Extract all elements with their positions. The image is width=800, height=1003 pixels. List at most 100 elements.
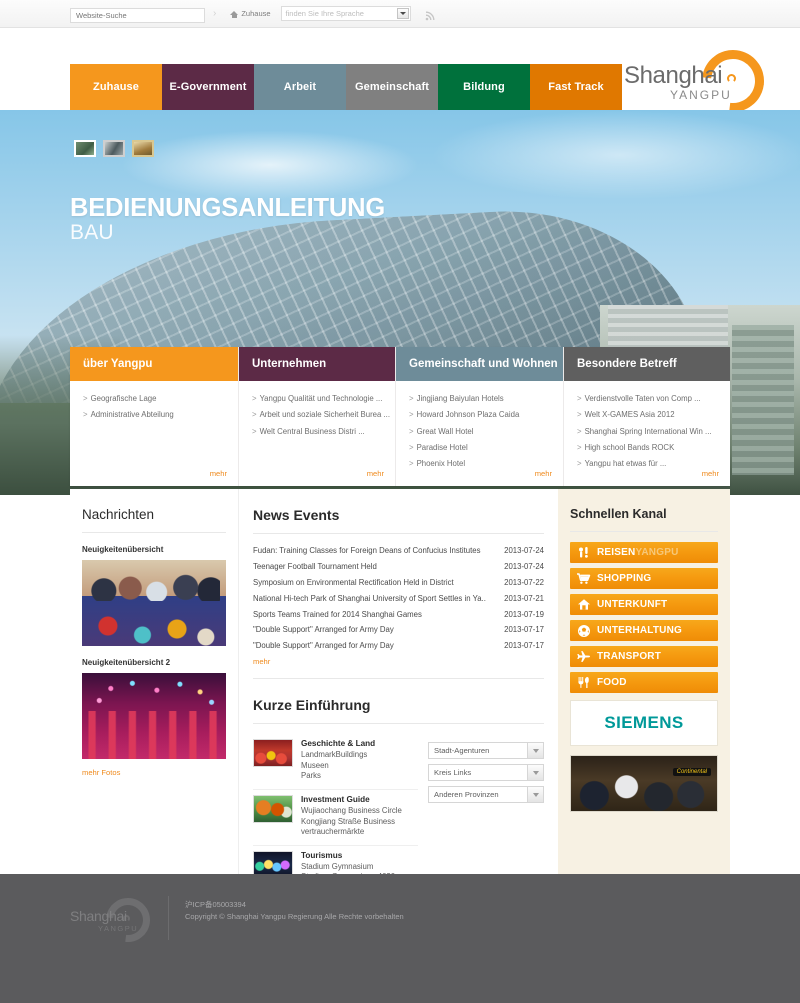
news-event-title: "Double Support" Arranged for Army Day xyxy=(253,625,394,635)
card-link[interactable]: > Shanghai Spring International Win ... xyxy=(577,427,720,436)
card-more-link[interactable]: mehr xyxy=(702,469,719,478)
ke-thumbnail[interactable] xyxy=(253,795,293,824)
footer-text: 沪ICP备05003394 Copyright © Shanghai Yangp… xyxy=(185,896,404,944)
ke-item-text: Investment Guide Wujiaochang Business Ci… xyxy=(301,795,402,837)
hero-thumb-2[interactable] xyxy=(103,140,125,157)
ke-item-line[interactable]: Museen xyxy=(301,761,375,771)
card-link[interactable]: > Arbeit und soziale Sicherheit Burea ... xyxy=(252,411,390,419)
quick-channel-label: REISENYANGPU xyxy=(597,547,679,558)
footer-divider xyxy=(168,896,169,940)
ke-item-title: Tourismus xyxy=(301,851,343,861)
news-event-title: Sports Teams Trained for 2014 Shanghai G… xyxy=(253,609,422,619)
search-submit-icon[interactable]: › xyxy=(211,8,218,19)
news-event-title: "Double Support" Arranged for Army Day xyxy=(253,641,394,651)
nav-item-e-government[interactable]: E-Government xyxy=(162,64,254,110)
site-logo[interactable]: Shanghai YANGPU xyxy=(620,37,777,125)
card-link[interactable]: > Yangpu hat etwas für ... xyxy=(577,460,720,468)
home-link[interactable]: Zuhause xyxy=(230,9,271,18)
hero-thumbnail-selector xyxy=(74,140,154,157)
news-event-date: 2013-07-19 xyxy=(504,609,544,619)
quick-channel-reisen[interactable]: REISENYANGPU xyxy=(570,542,718,563)
card-link[interactable]: > Verdienstvolle Taten von Comp ... xyxy=(577,395,720,403)
card-header: Gemeinschaft und Wohnen xyxy=(396,347,563,381)
card-link[interactable]: > Paradise Hotel xyxy=(409,443,553,452)
ke-item-line[interactable]: Kongjiang Straße Business xyxy=(301,817,402,827)
select-value: Kreis Links xyxy=(434,768,472,778)
nav-item-arbeit[interactable]: Arbeit xyxy=(254,64,346,110)
nachrichten-column: Nachrichten Neuigkeitenübersicht Neuigke… xyxy=(70,489,238,874)
ke-thumbnail[interactable] xyxy=(253,739,293,768)
select-kreis-links[interactable]: Kreis Links xyxy=(428,764,544,782)
card-more-link[interactable]: mehr xyxy=(535,469,552,478)
card-header: über Yangpu xyxy=(70,347,238,381)
card-link[interactable]: > Administrative Abteilung xyxy=(83,411,228,419)
news-events-list: Fudan: Training Classes for Foreign Dean… xyxy=(253,534,544,666)
nav-item-zuhause[interactable]: Zuhause xyxy=(70,64,162,110)
card-link[interactable]: > Great Wall Hotel xyxy=(409,427,553,436)
ke-item-line[interactable]: LandmarkBuildings xyxy=(301,750,375,760)
hero-thumb-3[interactable] xyxy=(132,140,154,157)
house-icon xyxy=(570,598,597,611)
search-input[interactable] xyxy=(70,7,205,23)
card-link[interactable]: > Welt X-GAMES Asia 2012 xyxy=(577,411,720,419)
news-event-row[interactable]: Teenager Football Tournament Held 2013-0… xyxy=(253,559,544,575)
nav-item-gemeinschaft[interactable]: Gemeinschaft xyxy=(346,64,438,110)
card-more-link[interactable]: mehr xyxy=(210,469,227,478)
news-event-row[interactable]: Sports Teams Trained for 2014 Shanghai G… xyxy=(253,606,544,622)
nav-item-bildung[interactable]: Bildung xyxy=(438,64,530,110)
home-link-label: Zuhause xyxy=(241,9,271,18)
footer-logo[interactable]: Shanghai YANGPU xyxy=(70,889,160,951)
ke-item-text: Geschichte & Land LandmarkBuildings Muse… xyxy=(301,739,375,781)
cart-icon xyxy=(570,572,597,585)
quick-channel-shopping[interactable]: SHOPPING xyxy=(570,568,718,589)
ke-item-line[interactable]: Parks xyxy=(301,771,375,781)
select-value: Stadt-Agenturen xyxy=(434,746,490,756)
mehr-fotos-link[interactable]: mehr Fotos xyxy=(82,768,226,777)
card-link[interactable]: > Howard Johnson Plaza Caida xyxy=(409,411,553,419)
ke-item-line[interactable]: Wujiaochang Business Circle xyxy=(301,806,402,816)
quick-channel-unterkunft[interactable]: UNTERKUNFT xyxy=(570,594,718,615)
ke-item-title: Geschichte & Land xyxy=(301,739,376,749)
nav-item-fast-track[interactable]: Fast Track xyxy=(530,64,622,110)
ke-item-line[interactable]: vertrauchermärkte xyxy=(301,827,402,837)
hero-subtitle: BAU xyxy=(70,221,114,244)
news-event-row[interactable]: Fudan: Training Classes for Foreign Dean… xyxy=(253,543,544,559)
news-photo-1[interactable] xyxy=(82,560,226,646)
news-events-more-link[interactable]: mehr xyxy=(253,657,544,666)
card-link[interactable]: > Phoenix Hotel xyxy=(409,460,553,468)
ke-item-investment-guide: Investment Guide Wujiaochang Business Ci… xyxy=(253,789,419,845)
logo-text-main: Shanghai xyxy=(624,62,723,89)
news-events-title: News Events xyxy=(253,507,340,523)
news-photo-2[interactable] xyxy=(82,673,226,759)
card-link[interactable]: > Geografische Lage xyxy=(83,395,228,403)
quick-channel-transport[interactable]: TRANSPORT xyxy=(570,646,718,667)
footer-inner: Shanghai YANGPU 沪ICP备05003394 Copyright … xyxy=(70,874,800,951)
main-content: Nachrichten Neuigkeitenübersicht Neuigke… xyxy=(70,489,730,892)
card-link[interactable]: > High school Bands ROCK xyxy=(577,443,720,452)
card-link[interactable]: > Welt Central Business Distri ... xyxy=(252,427,385,436)
select-anderen-provinzen[interactable]: Anderen Provinzen xyxy=(428,786,544,804)
ke-item-line[interactable]: Stadium Gymnasium xyxy=(301,862,395,872)
news-event-date: 2013-07-24 xyxy=(504,546,544,556)
rss-icon[interactable] xyxy=(425,8,436,21)
news-event-date: 2013-07-21 xyxy=(504,593,544,603)
quick-cards: über Yangpu > Geografische Lage > Administ… xyxy=(70,347,730,486)
news-event-date: 2013-07-24 xyxy=(504,562,544,572)
news-event-row[interactable]: "Double Support" Arranged for Army Day 2… xyxy=(253,622,544,638)
language-select[interactable]: finden Sie Ihre Sprache xyxy=(280,6,411,21)
news-event-row[interactable]: Symposium on Environmental Rectification… xyxy=(253,575,544,591)
quick-channel-food[interactable]: FOOD xyxy=(570,672,718,693)
business-people-ad[interactable] xyxy=(570,755,718,812)
search-wrapper xyxy=(70,5,205,23)
card-link[interactable]: > Jingjiang Baiyulan Hotels xyxy=(409,395,553,403)
hero-thumb-1[interactable] xyxy=(74,140,96,157)
siemens-ad[interactable]: SIEMENS xyxy=(570,700,718,746)
news-event-row[interactable]: National Hi-tech Park of Shanghai Univer… xyxy=(253,590,544,606)
card-link[interactable]: > Yangpu Qualität und Technologie ... xyxy=(252,395,385,403)
news-event-row[interactable]: "Double Support" Arranged for Army Day 2… xyxy=(253,638,544,654)
footer-icp[interactable]: 沪ICP备05003394 xyxy=(185,899,404,911)
news-event-date: 2013-07-22 xyxy=(504,577,544,587)
quick-channel-unterhaltung[interactable]: UNTERHALTUNG xyxy=(570,620,718,641)
select-stadt-agenturen[interactable]: Stadt-Agenturen xyxy=(428,742,544,760)
card-more-link[interactable]: mehr xyxy=(367,469,384,478)
